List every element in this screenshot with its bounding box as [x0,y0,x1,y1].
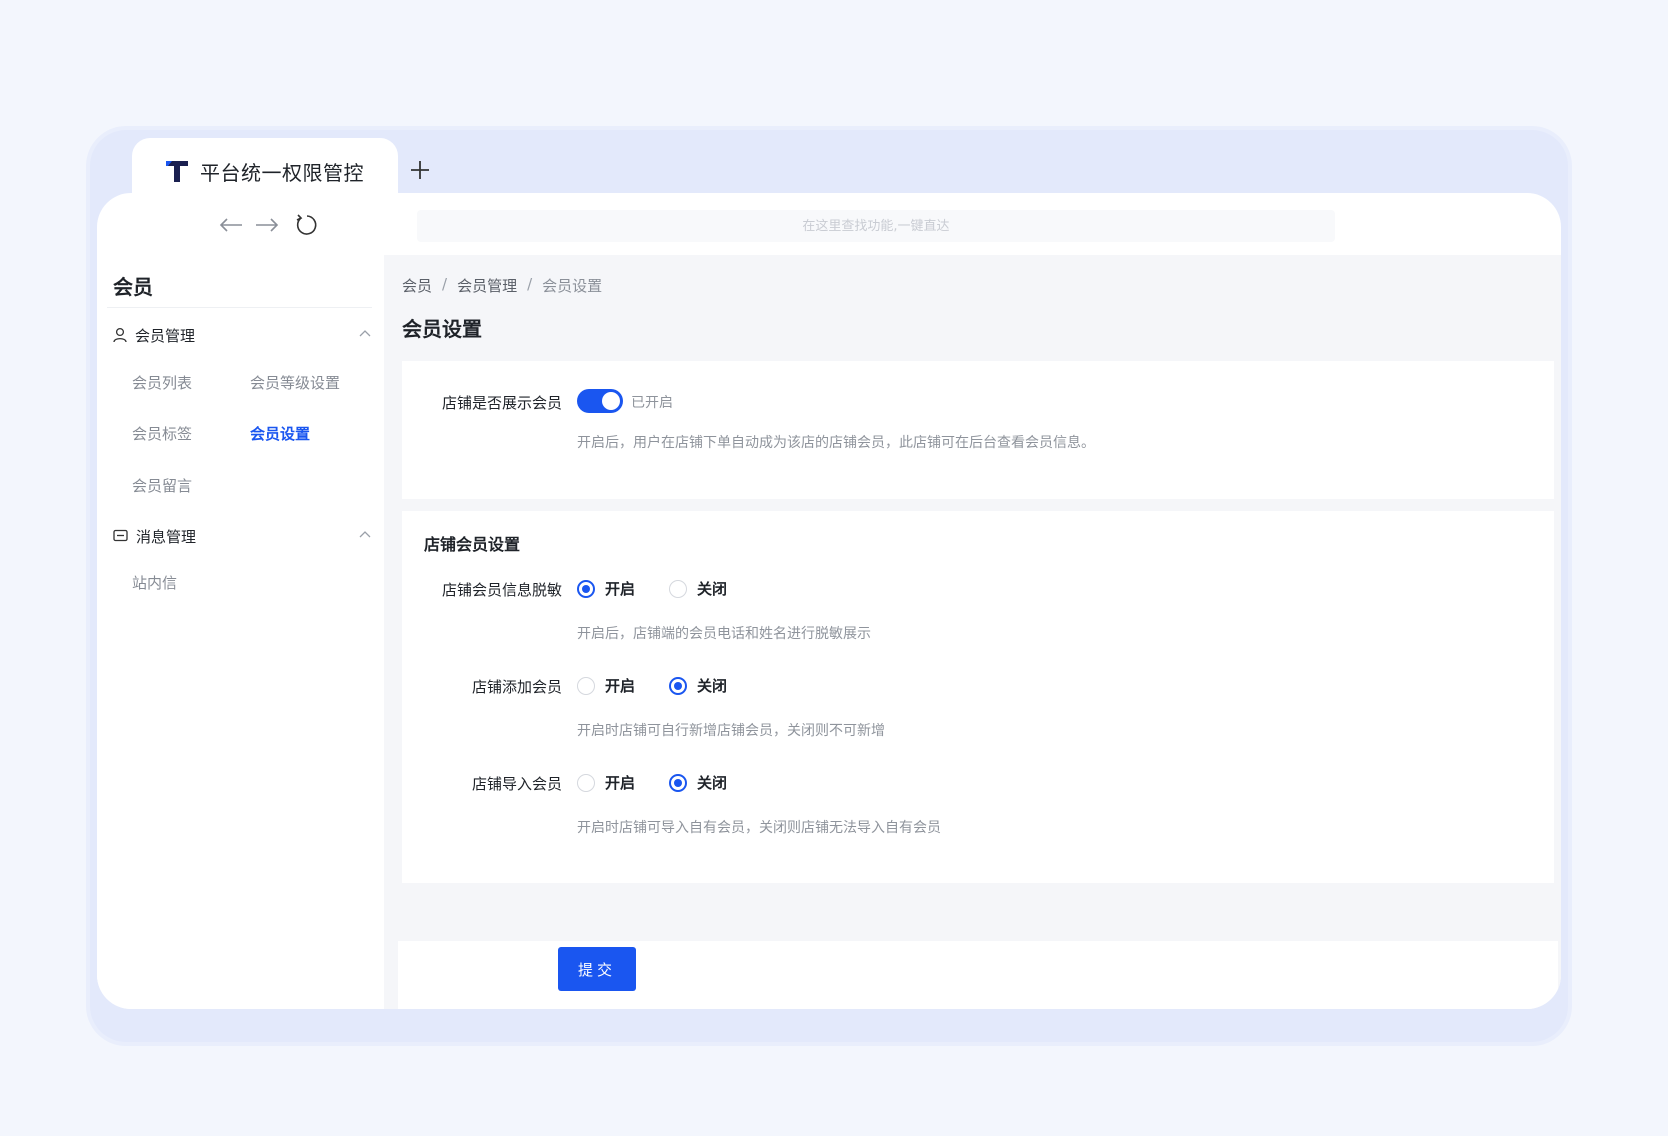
tab-title: 平台统一权限管控 [200,160,364,185]
radio-dot [669,579,688,598]
radio-dot [669,676,688,695]
main-content: 会员 / 会员管理 / 会员设置 会员设置 店铺是否展示会员 已开启 开启后，用… [384,255,1561,1009]
browser-window: 平台统一权限管控 在这里查找功能,一键直达 会员 会员管理 会员列表 会员等级设… [90,130,1568,1042]
page-title: 会员设置 [402,317,482,341]
search-input[interactable] [417,210,1335,242]
toggle-knob [602,392,620,410]
sidebar-item-member-list[interactable]: 会员列表 [132,372,192,393]
forward-button[interactable] [251,209,283,241]
breadcrumb-current: 会员设置 [542,277,603,295]
sidebar-group-message-management[interactable]: 消息管理 [113,522,371,550]
display-setting-card: 店铺是否展示会员 已开启 开启后，用户在店铺下单自动成为该店的店铺会员，此店铺可… [402,361,1554,499]
radio-dot [577,676,595,695]
chevron-up-icon [359,330,371,337]
field-label-import-member: 店铺导入会员 [471,775,562,793]
breadcrumb: 会员 / 会员管理 / 会员设置 [402,275,602,296]
radio-add-member-off[interactable]: 关闭 [669,675,727,696]
user-icon [113,327,127,343]
sidebar-item-member-settings[interactable]: 会员设置 [250,423,310,444]
display-member-toggle[interactable] [577,389,623,413]
section-title: 店铺会员设置 [424,535,521,554]
radio-import-member-off[interactable]: 关闭 [669,772,727,793]
back-button[interactable] [215,209,247,241]
field-hint-add-member: 开启时店铺可自行新增店铺会员，关闭则不可新增 [577,723,885,739]
field-label-desensitize: 店铺会员信息脱敏 [441,581,562,599]
submit-button[interactable]: 提交 [558,947,636,991]
plus-icon [411,161,429,179]
radio-group-desensitize: 开启 关闭 [577,578,761,599]
radio-desensitize-on[interactable]: 开启 [577,578,635,599]
form-footer: 提交 [398,941,1558,1009]
radio-label: 开启 [605,580,636,598]
chevron-up-icon [359,531,371,538]
radio-label: 关闭 [697,580,728,598]
navigation-bar [97,193,1561,255]
field-hint-import-member: 开启时店铺可导入自有会员，关闭则店铺无法导入自有会员 [577,820,941,836]
field-hint-desensitize: 开启后，店铺端的会员电话和姓名进行脱敏展示 [577,626,871,642]
display-setting-hint: 开启后，用户在店铺下单自动成为该店的店铺会员，此店铺可在后台查看会员信息。 [577,435,1095,451]
radio-label: 开启 [605,774,636,792]
radio-dot [669,773,688,792]
field-label-add-member: 店铺添加会员 [471,678,562,696]
radio-label: 关闭 [697,677,728,695]
radio-desensitize-off[interactable]: 关闭 [669,578,727,599]
refresh-icon [296,214,317,235]
sidebar-group-member-management[interactable]: 会员管理 [113,321,371,349]
browser-frame: 会员 会员管理 会员列表 会员等级设置 会员标签 会员设置 会员留言 [97,193,1561,1009]
radio-dot [577,773,595,792]
breadcrumb-separator: / [442,275,448,293]
radio-label: 关闭 [697,774,728,792]
breadcrumb-item[interactable]: 会员管理 [457,275,517,296]
radio-add-member-on[interactable]: 开启 [577,675,635,696]
sidebar-group-label: 消息管理 [136,527,197,546]
breadcrumb-separator: / [527,275,533,293]
breadcrumb-item[interactable]: 会员 [402,275,432,296]
radio-dot [577,579,595,598]
app-logo-icon [166,161,188,182]
toggle-status: 已开启 [631,395,673,411]
radio-label: 开启 [605,677,636,695]
arrow-right-icon [256,218,279,232]
sidebar-item-member-messages[interactable]: 会员留言 [132,475,192,496]
radio-group-add-member: 开启 关闭 [577,675,761,696]
sidebar-item-site-messages[interactable]: 站内信 [132,572,177,593]
sidebar-group-label: 会员管理 [135,326,196,345]
store-settings-card: 店铺会员设置 店铺会员信息脱敏 开启 关闭 开启后，店铺端的会员电话和姓名进行脱… [402,511,1554,883]
message-icon [113,529,128,542]
display-setting-label: 店铺是否展示会员 [441,394,562,412]
radio-group-import-member: 开启 关闭 [577,772,761,793]
sidebar-divider [107,307,372,308]
new-tab-button[interactable] [400,150,440,190]
radio-import-member-on[interactable]: 开启 [577,772,635,793]
sidebar-title: 会员 [113,275,153,299]
arrow-left-icon [219,218,242,232]
refresh-button[interactable] [291,209,323,241]
sidebar-item-member-tags[interactable]: 会员标签 [132,423,192,444]
sidebar: 会员 会员管理 会员列表 会员等级设置 会员标签 会员设置 会员留言 消息管理 … [97,255,384,1009]
sidebar-item-member-level[interactable]: 会员等级设置 [250,372,340,393]
